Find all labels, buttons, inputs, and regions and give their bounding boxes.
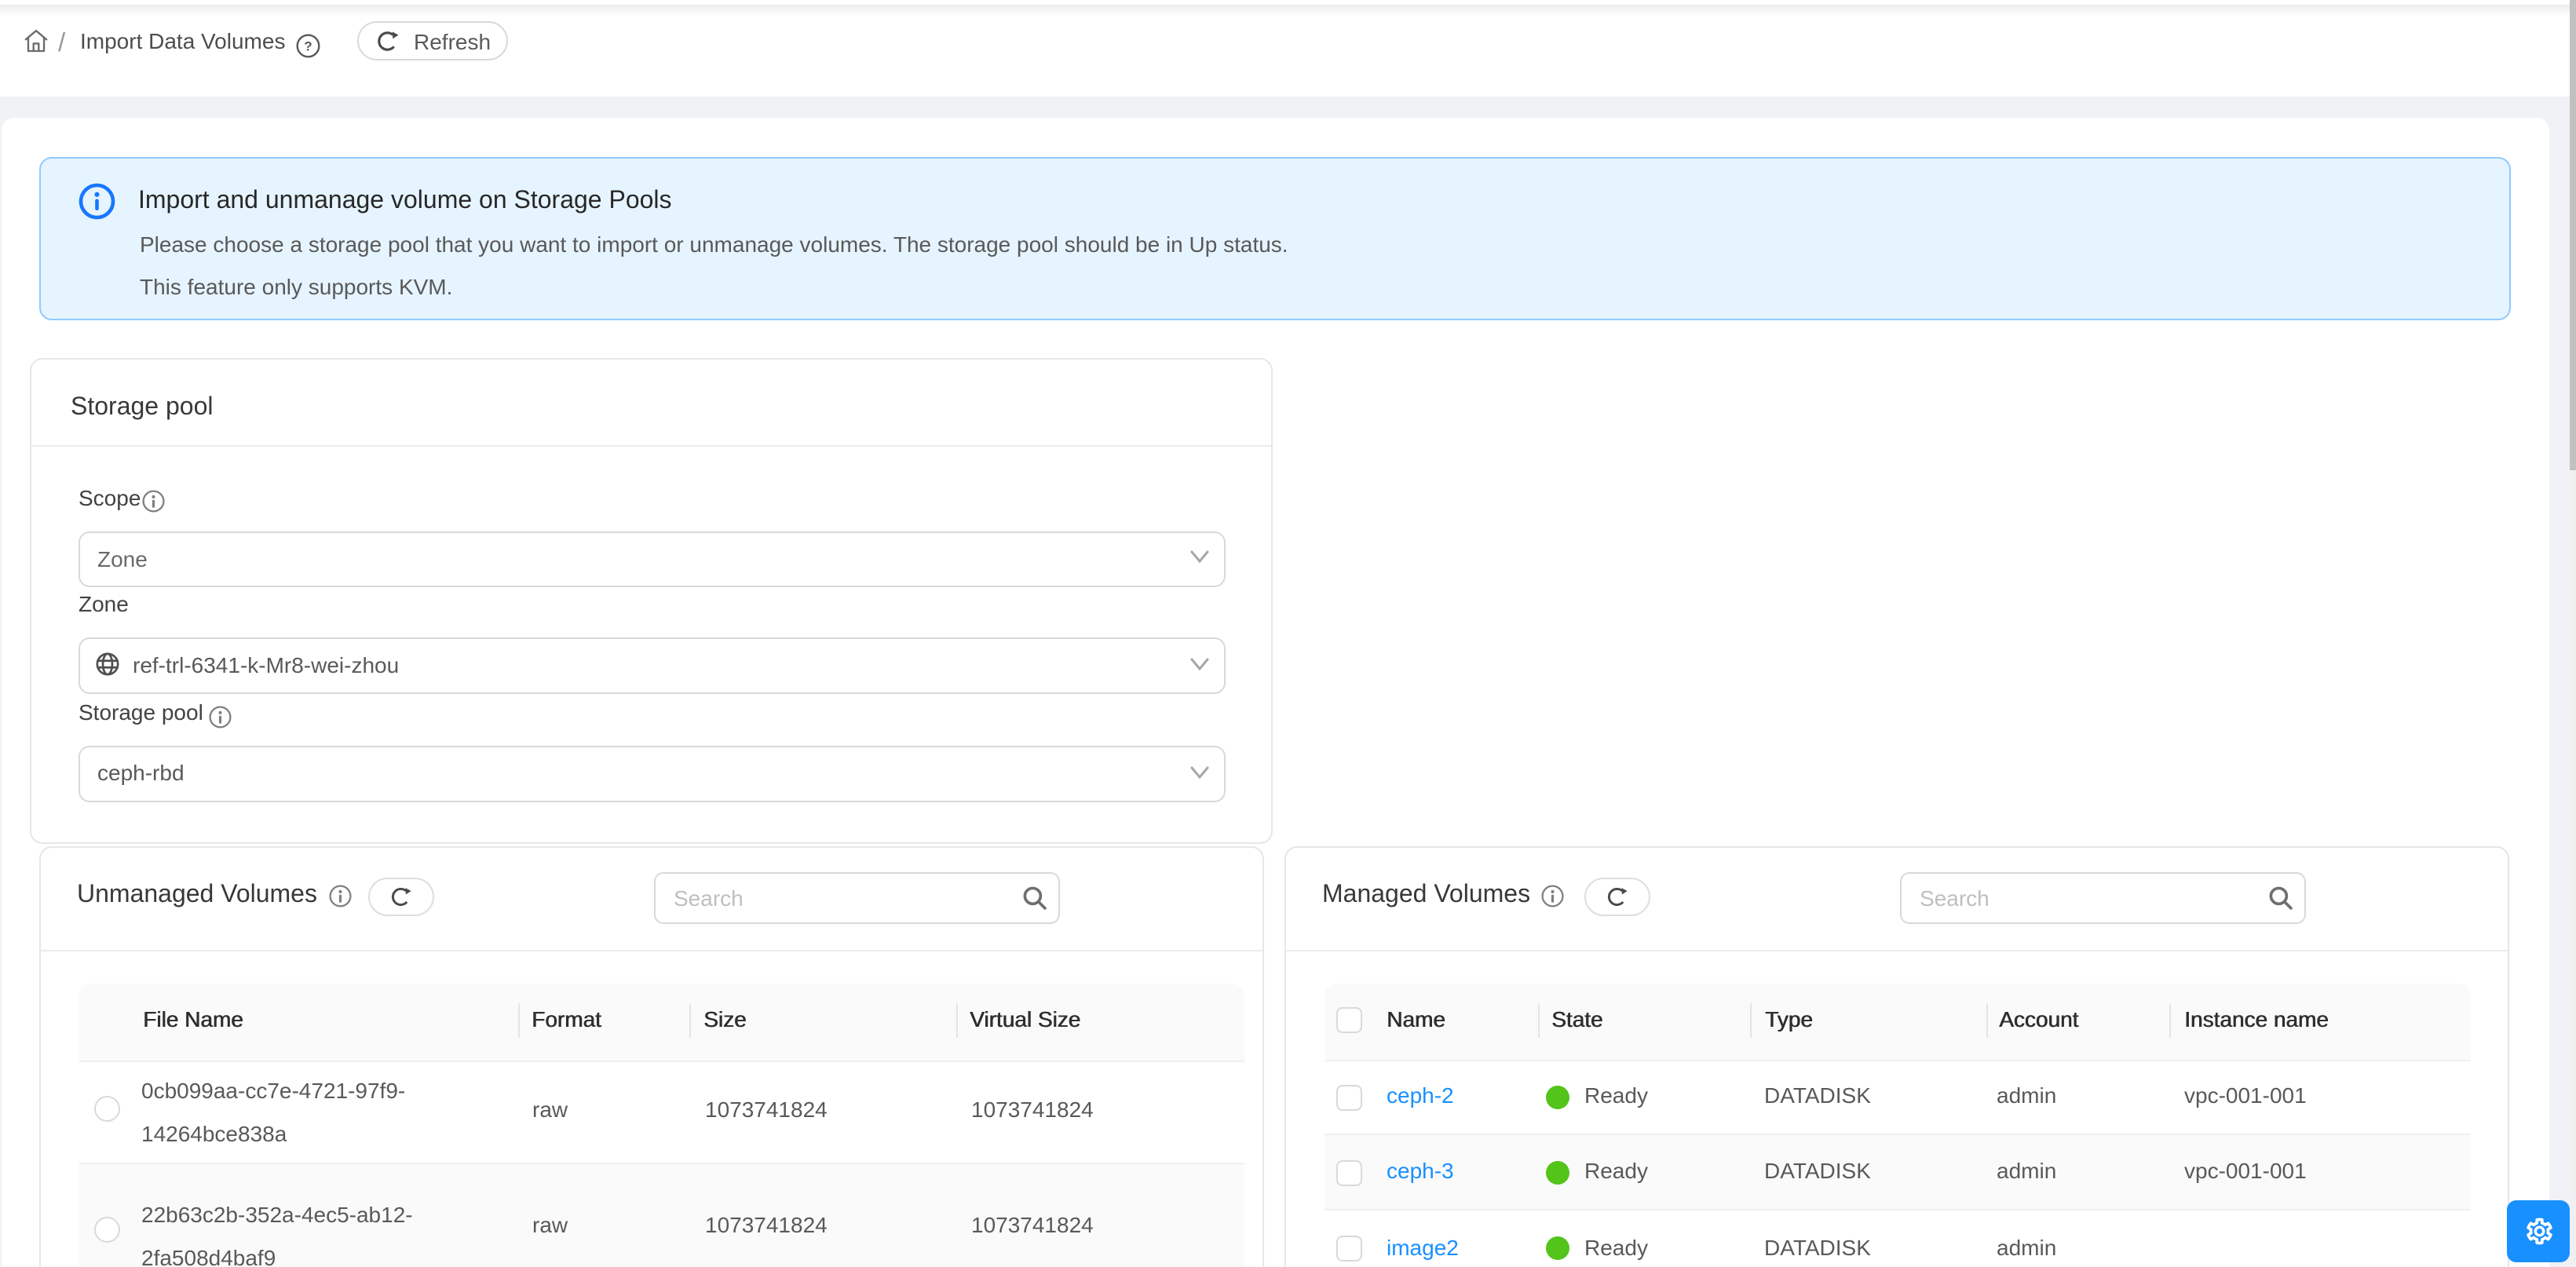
svg-text:?: ? <box>304 39 312 54</box>
